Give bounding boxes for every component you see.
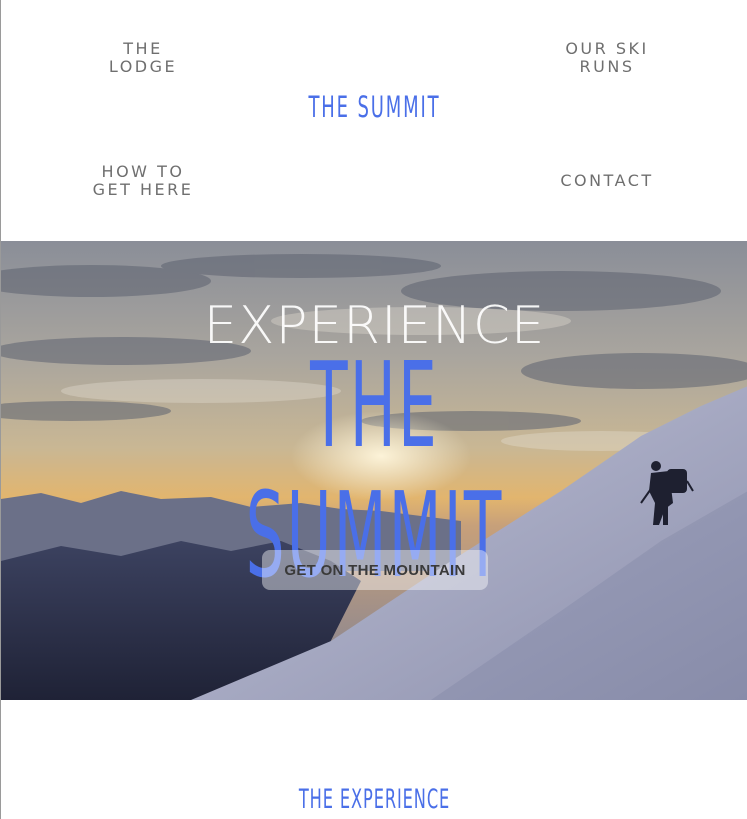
nav-link-how-to-get-here[interactable]: HOW TO GET HERE <box>79 163 207 199</box>
nav-link-the-lodge[interactable]: THE LODGE <box>87 40 199 76</box>
section-heading-the-experience: THE EXPERIENCE <box>298 784 451 815</box>
brand-logo[interactable]: THE SUMMIT <box>143 90 606 124</box>
nav-link-our-ski-runs[interactable]: OUR SKI RUNS <box>537 40 677 76</box>
nav-link-contact[interactable]: CONTACT <box>557 172 657 190</box>
get-on-the-mountain-button[interactable]: GET ON THE MOUNTAIN <box>262 550 488 590</box>
